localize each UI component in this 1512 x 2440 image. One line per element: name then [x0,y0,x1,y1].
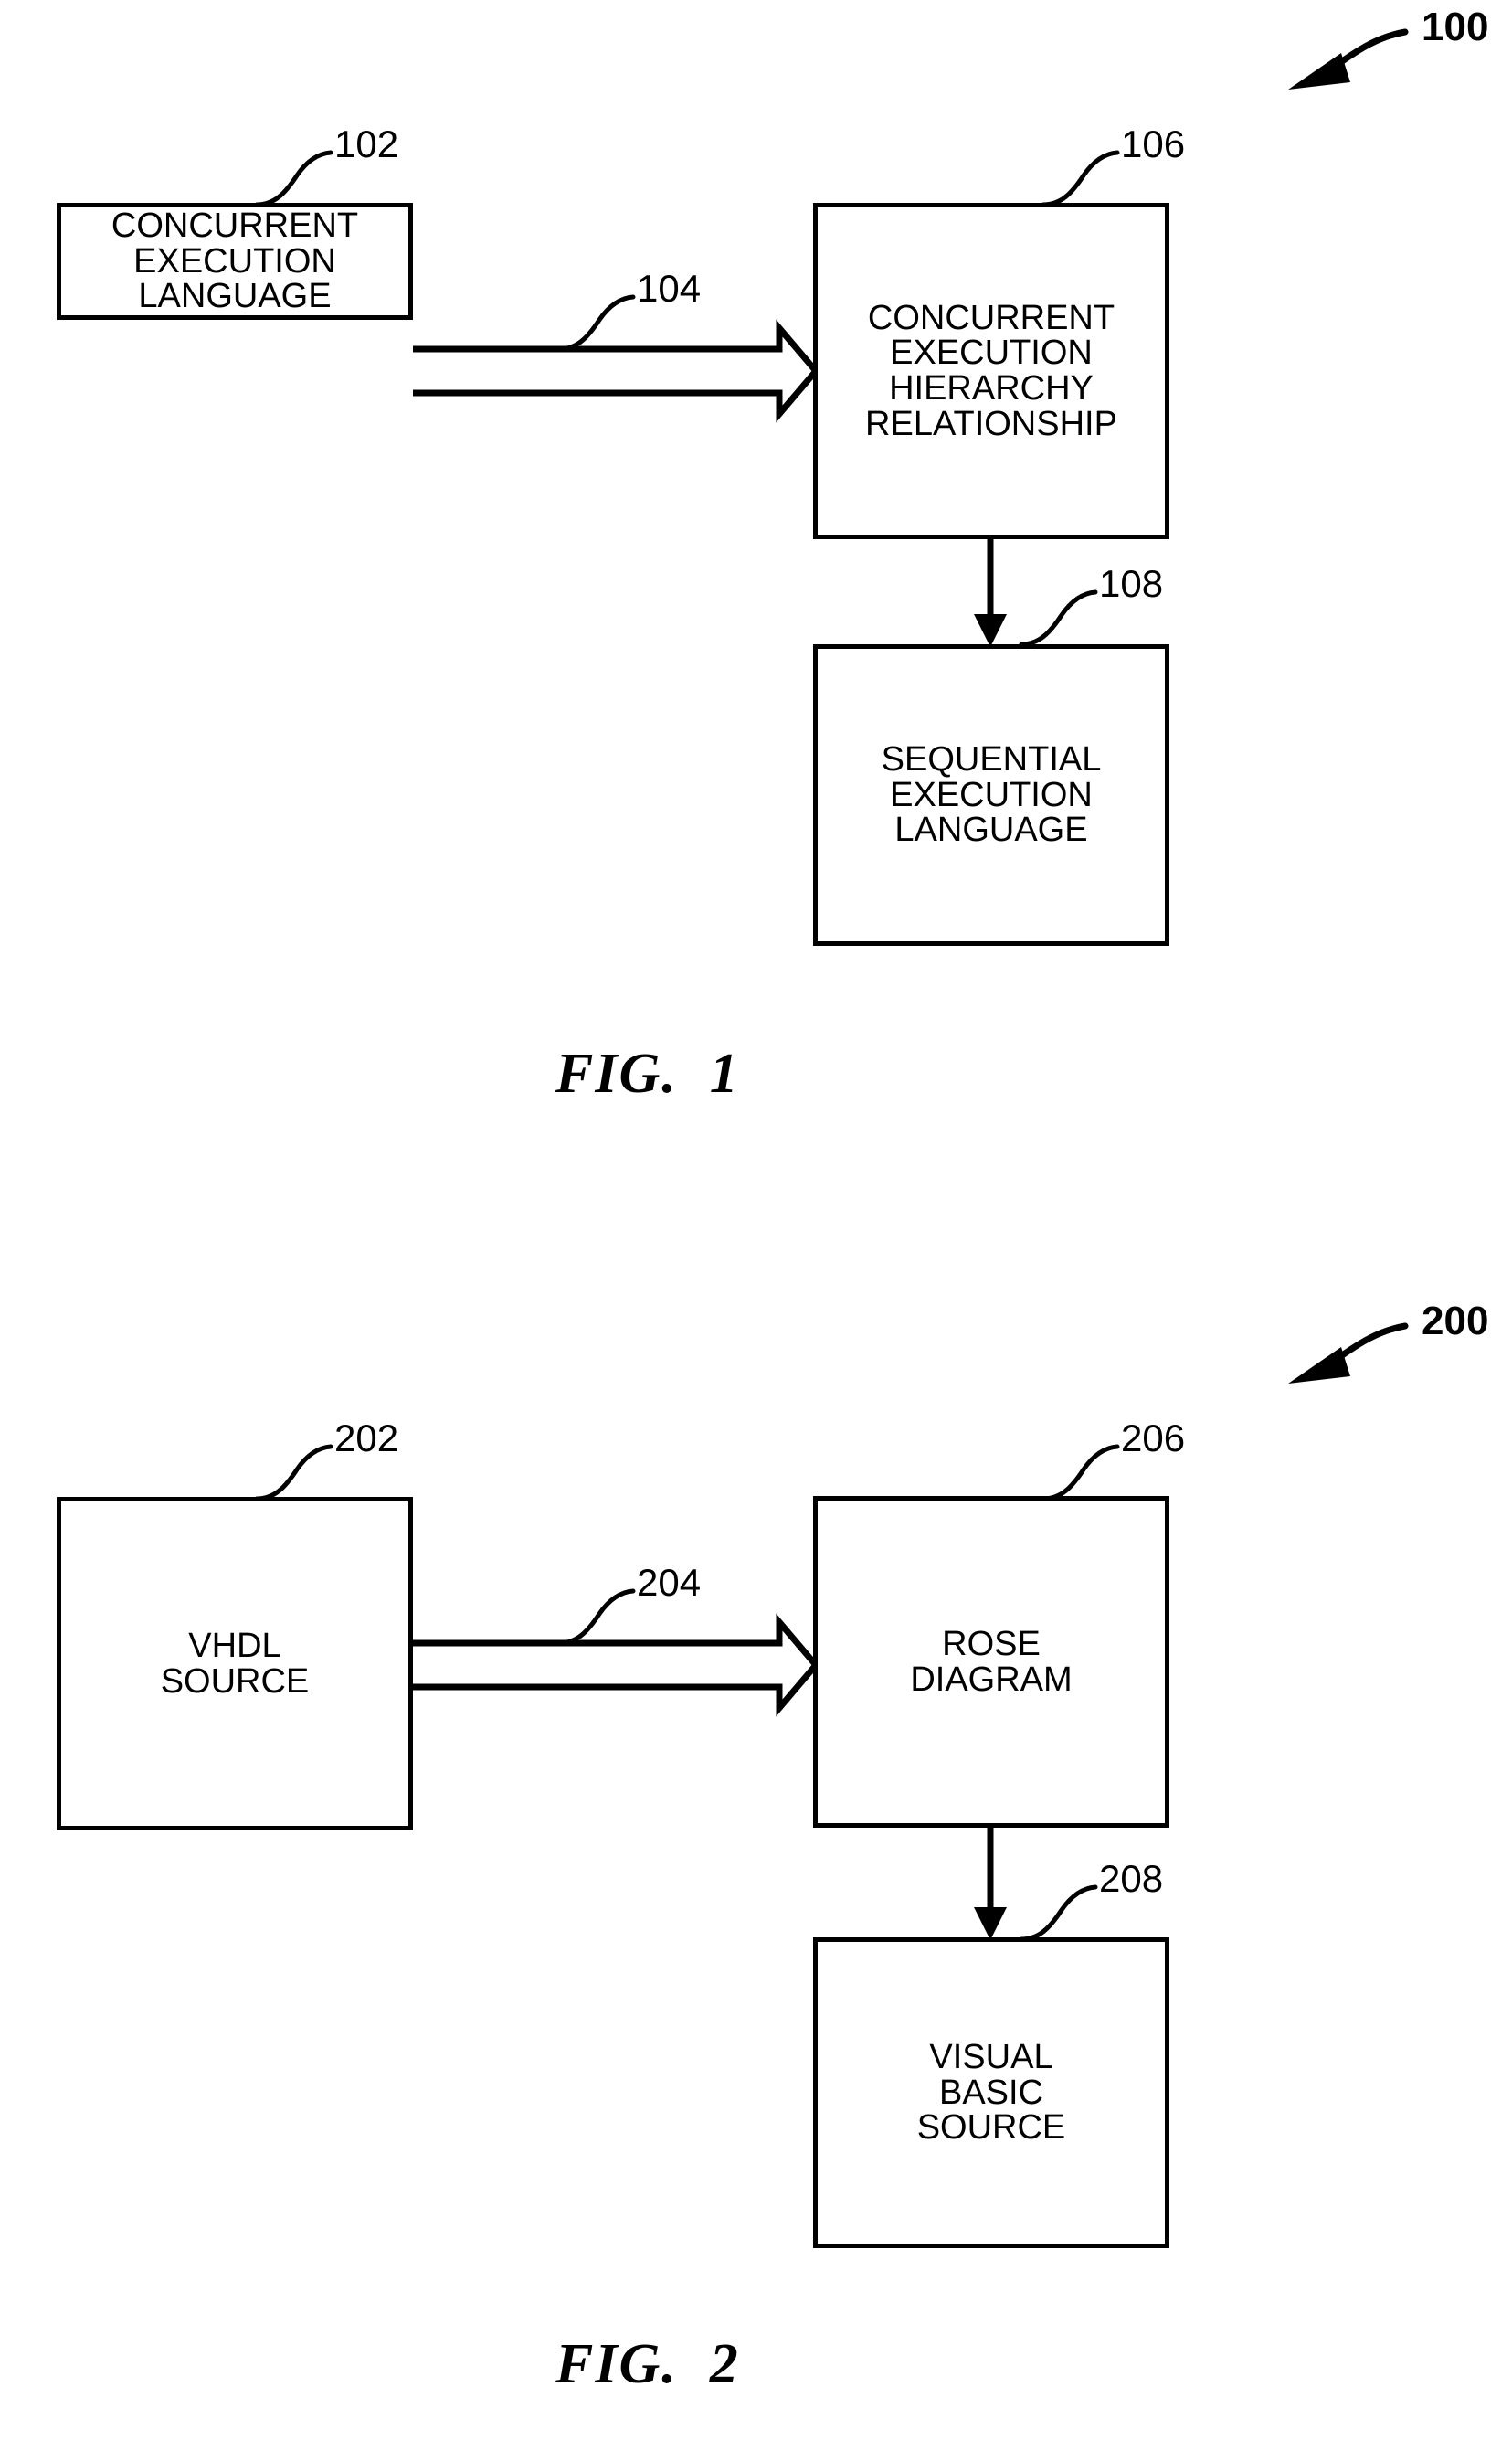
block-arrow-104 [413,319,820,423]
ref-numeral-104: 104 [637,267,702,310]
system-numeral-200: 200 [1422,1299,1489,1343]
line-arrow-206-to-208 [974,1828,1007,1940]
line-arrow-106-to-108 [974,539,1007,647]
ref-numeral-106: 106 [1121,122,1186,165]
node-label-208: VISUAL BASIC SOURCE [916,2037,1066,2148]
node-box-102[interactable]: CONCURRENT EXECUTION LANGUAGE [57,203,413,320]
ref-numeral-208: 208 [1099,1857,1164,1900]
node-label-102: CONCURRENT EXECUTION LANGUAGE [111,206,359,316]
ref-numeral-206: 206 [1121,1416,1186,1459]
node-label-202: VHDL SOURCE [160,1626,310,1701]
leader-line-108 [1019,589,1098,647]
leader-line-106 [1041,150,1120,207]
system-leader-100 [1288,28,1409,90]
system-numeral-100: 100 [1422,5,1489,49]
ref-numeral-102: 102 [334,122,399,165]
leader-line-206 [1041,1444,1120,1501]
ref-numeral-204: 204 [637,1561,702,1604]
system-leader-200 [1288,1322,1409,1384]
ref-numeral-108: 108 [1099,562,1164,605]
ref-numeral-202: 202 [334,1416,399,1459]
node-box-108[interactable]: SEQUENTIAL EXECUTION LANGUAGE [813,644,1169,946]
figure-caption-2: FIG. 2 [555,2333,740,2395]
node-label-108: SEQUENTIAL EXECUTION LANGUAGE [881,739,1102,850]
patent-figure-sheet: 100 102 CONCURRENT EXECUTION LANGUAGE 10… [0,0,1512,2440]
leader-line-204 [556,1588,636,1646]
node-label-206: ROSE DIAGRAM [910,1624,1073,1699]
node-box-202[interactable]: VHDL SOURCE [57,1497,413,1830]
node-box-206[interactable]: ROSE DIAGRAM [813,1496,1169,1828]
node-label-106: CONCURRENT EXECUTION HIERARCHY RELATIONS… [865,298,1117,443]
leader-line-104 [556,294,636,352]
block-arrow-204 [413,1613,820,1717]
node-box-106[interactable]: CONCURRENT EXECUTION HIERARCHY RELATIONS… [813,203,1169,539]
figure-vector-layer [254,28,1409,1942]
leader-line-202 [254,1444,333,1501]
node-box-208[interactable]: VISUAL BASIC SOURCE [813,1937,1169,2248]
leader-line-102 [254,150,333,207]
leader-line-208 [1019,1884,1098,1942]
figure-caption-1: FIG. 1 [555,1043,740,1105]
